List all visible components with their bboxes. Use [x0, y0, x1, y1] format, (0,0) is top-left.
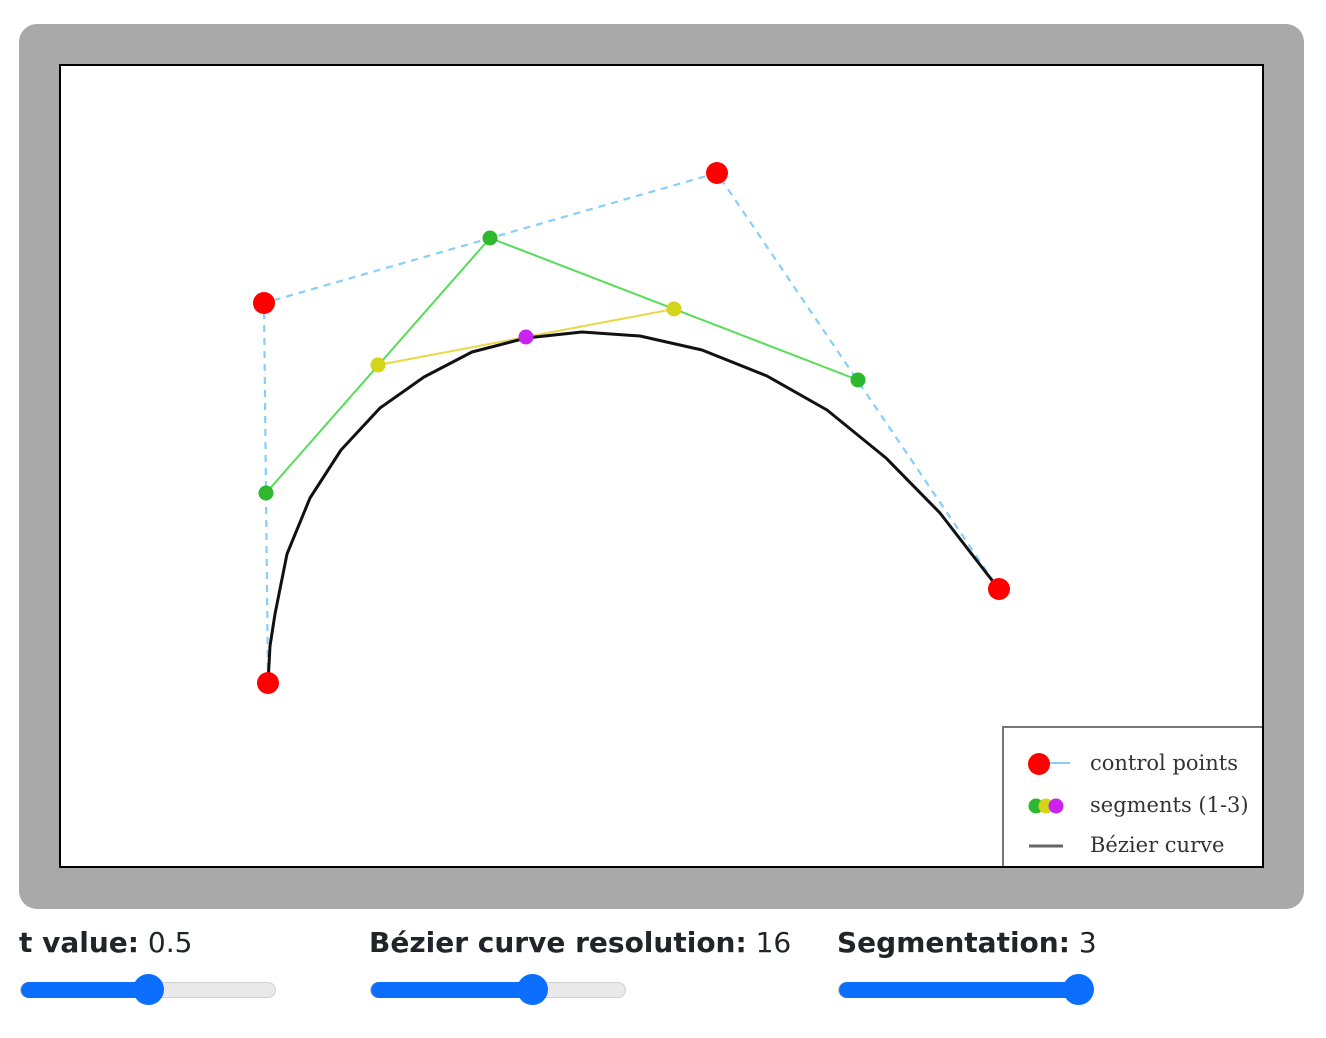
legend-item-curve: Bézier curve: [1004, 825, 1262, 865]
slider-thumb[interactable]: [516, 974, 548, 1005]
segment-2-point: [666, 301, 682, 317]
control-point[interactable]: [988, 578, 1010, 600]
segment-1-point: [482, 230, 498, 246]
curve-line-icon: [1029, 844, 1063, 848]
slider-fill: [371, 982, 532, 998]
legend: control points segments (1-3) Bézier cur…: [1002, 726, 1262, 866]
resolution-value: 16: [755, 926, 792, 959]
segmentation-value: 3: [1078, 926, 1097, 959]
bezier-curve: [266, 330, 1000, 684]
t-value-label: t value:: [19, 926, 139, 959]
t-value-label-row: t value: 0.5: [19, 926, 192, 959]
control-point-icon: [1028, 753, 1070, 775]
legend-item-control-points: control points: [1004, 743, 1262, 783]
resolution-control: Bézier curve resolution: 16: [369, 926, 791, 1005]
bezier-canvas[interactable]: control points segments (1-3) Bézier cur…: [59, 64, 1264, 868]
control-polygon: [262, 171, 999, 684]
t-value-control: t value: 0.5: [19, 926, 276, 1005]
slider-fill: [839, 982, 1078, 998]
t-value-slider[interactable]: [20, 974, 276, 1005]
legend-label: segments (1-3): [1090, 793, 1249, 817]
slider-thumb[interactable]: [1063, 974, 1094, 1005]
resolution-label: Bézier curve resolution:: [369, 926, 747, 959]
segmentation-label: Segmentation:: [837, 926, 1070, 959]
segments-icon: [1028, 798, 1064, 814]
t-value-value: 0.5: [147, 926, 193, 959]
slider-fill: [21, 982, 148, 998]
segmentation-label-row: Segmentation: 3: [837, 926, 1097, 959]
legend-item-segments: segments (1-3): [1004, 785, 1262, 825]
legend-label: control points: [1090, 751, 1238, 775]
control-point[interactable]: [257, 672, 279, 694]
resolution-slider[interactable]: [370, 974, 626, 1005]
segment-1-point: [850, 372, 866, 388]
resolution-label-row: Bézier curve resolution: 16: [369, 926, 791, 959]
segment-3-point: [518, 329, 534, 345]
control-point[interactable]: [253, 292, 275, 314]
segmentation-slider[interactable]: [838, 974, 1094, 1005]
segment-1-point: [258, 485, 274, 501]
control-point[interactable]: [706, 162, 728, 184]
segmentation-control: Segmentation: 3: [837, 926, 1097, 1005]
segment-2-point: [370, 357, 386, 373]
slider-thumb[interactable]: [133, 974, 164, 1005]
legend-label: Bézier curve: [1090, 833, 1225, 857]
